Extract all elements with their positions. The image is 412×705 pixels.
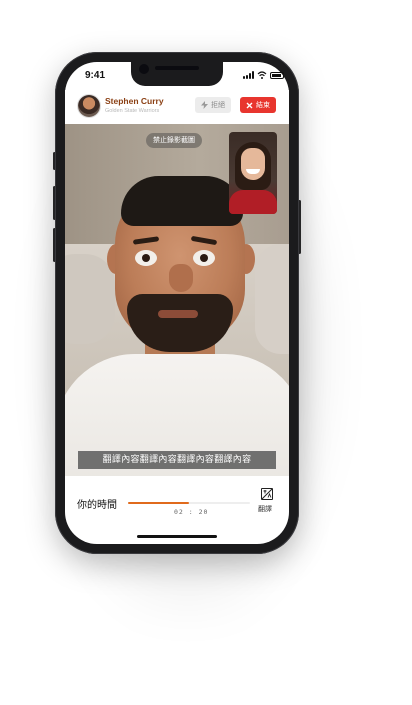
earpiece-speaker bbox=[155, 66, 199, 70]
your-time-label: 你的時間 bbox=[77, 500, 117, 511]
video-nose bbox=[169, 264, 193, 292]
video-sofa-arm-left bbox=[65, 254, 115, 344]
battery-icon bbox=[270, 72, 284, 79]
no-record-notice: 禁止錄影截圖 bbox=[146, 133, 202, 148]
translate-icon bbox=[261, 488, 273, 500]
caller-name: Stephen Curry bbox=[105, 96, 164, 106]
reject-button[interactable]: 拒絕 bbox=[195, 97, 231, 113]
reject-label: 拒絕 bbox=[211, 101, 225, 109]
signal-icon bbox=[243, 71, 254, 79]
elapsed-time: 02 : 20 bbox=[174, 508, 209, 516]
end-call-button[interactable]: 結束 bbox=[240, 97, 276, 113]
home-indicator[interactable] bbox=[137, 535, 217, 538]
front-camera bbox=[139, 64, 149, 74]
video-eye-left bbox=[135, 250, 157, 266]
video-hair bbox=[121, 176, 243, 226]
pip-face bbox=[241, 148, 265, 180]
avatar[interactable] bbox=[78, 95, 100, 117]
end-label: 結束 bbox=[256, 101, 270, 109]
close-icon bbox=[246, 102, 253, 108]
caller-subtitle: Golden State Warriors bbox=[105, 108, 160, 114]
self-view-video[interactable] bbox=[229, 132, 277, 214]
translate-label: 翻譯 bbox=[258, 505, 272, 513]
lightning-icon bbox=[201, 101, 208, 109]
status-icons bbox=[243, 71, 284, 79]
time-progress-fill bbox=[128, 502, 189, 504]
video-mouth bbox=[158, 310, 198, 318]
status-time: 9:41 bbox=[85, 70, 106, 81]
video-eye-right bbox=[193, 250, 215, 266]
wifi-icon bbox=[257, 71, 267, 79]
pip-body bbox=[229, 190, 277, 214]
video-sofa-arm-right bbox=[255, 244, 289, 354]
time-progress-bar bbox=[128, 502, 250, 504]
translate-button[interactable]: 翻譯 bbox=[257, 486, 279, 516]
translation-subtitle: 翻譯內容翻譯內容翻譯內容翻譯內容 bbox=[78, 451, 276, 469]
